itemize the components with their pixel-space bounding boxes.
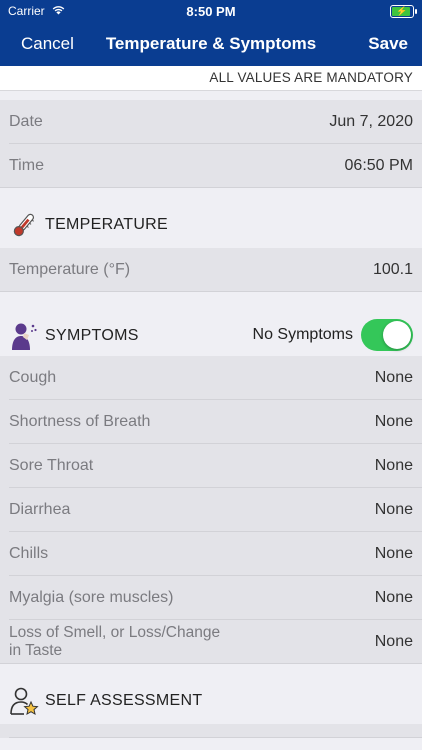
- symptoms-header: SYMPTOMS: [45, 327, 139, 344]
- temperature-label: Temperature (°F): [9, 261, 131, 278]
- symptom-label-line2: in Taste: [9, 642, 63, 659]
- symptom-row-loss-of-smell[interactable]: Loss of Smell, or Loss/Change in Taste N…: [0, 620, 422, 664]
- symptom-value: None: [374, 589, 413, 606]
- symptom-label: Cough: [9, 369, 57, 386]
- symptom-label: Diarrhea: [9, 501, 71, 518]
- status-bar: Carrier 8:50 PM ⚡: [0, 0, 422, 22]
- symptom-row-myalgia[interactable]: Myalgia (sore muscles) None: [0, 576, 422, 620]
- nav-bar: Cancel Temperature & Symptoms Save: [0, 22, 422, 66]
- sick-person-icon: [9, 321, 39, 351]
- date-row[interactable]: Date Jun 7, 2020: [0, 100, 422, 144]
- mandatory-note: ALL VALUES ARE MANDATORY: [0, 66, 422, 91]
- symptom-row-shortness-of-breath[interactable]: Shortness of Breath None: [0, 400, 422, 444]
- symptom-value: None: [374, 369, 413, 386]
- save-button[interactable]: Save: [368, 34, 408, 54]
- person-star-icon: [9, 686, 39, 716]
- symptom-label: Myalgia (sore muscles): [9, 589, 174, 606]
- self-assessment-row[interactable]: [0, 724, 422, 738]
- symptom-value: None: [374, 457, 413, 474]
- symptom-row-cough[interactable]: Cough None: [0, 356, 422, 400]
- temperature-section-header: TEMPERATURE: [0, 188, 422, 248]
- toggle-knob: [383, 321, 411, 349]
- time-value: 06:50 PM: [344, 157, 413, 174]
- temperature-header: TEMPERATURE: [45, 216, 169, 233]
- symptom-label: Shortness of Breath: [9, 413, 151, 430]
- thermometer-icon: [9, 210, 39, 240]
- symptom-label: Loss of Smell, or Loss/Change in Taste: [9, 624, 220, 660]
- no-symptoms-label: No Symptoms: [252, 326, 353, 343]
- top-bar: Carrier 8:50 PM ⚡ Cancel Temperature & S…: [0, 0, 422, 66]
- date-value: Jun 7, 2020: [329, 113, 413, 130]
- symptom-value: None: [374, 501, 413, 518]
- self-assessment-header: SELF ASSESSMENT: [45, 692, 203, 709]
- time-label: Time: [9, 157, 44, 174]
- wifi-icon: [51, 4, 66, 18]
- symptom-row-diarrhea[interactable]: Diarrhea None: [0, 488, 422, 532]
- symptom-value: None: [374, 633, 413, 650]
- self-assessment-section-header: SELF ASSESSMENT: [0, 664, 422, 724]
- temperature-value: 100.1: [372, 261, 413, 278]
- cancel-button[interactable]: Cancel: [21, 34, 74, 54]
- symptom-label: Sore Throat: [9, 457, 94, 474]
- symptom-row-chills[interactable]: Chills None: [0, 532, 422, 576]
- symptom-label-line1: Loss of Smell, or Loss/Change: [9, 624, 221, 641]
- carrier-label: Carrier: [8, 4, 45, 18]
- temperature-row[interactable]: Temperature (°F) 100.1: [0, 248, 422, 292]
- symptom-value: None: [374, 413, 413, 430]
- symptom-label: Chills: [9, 545, 49, 562]
- symptoms-section-header: SYMPTOMS No Symptoms: [0, 292, 422, 356]
- symptom-value: None: [374, 545, 413, 562]
- battery-icon: ⚡: [390, 4, 417, 18]
- time-row[interactable]: Time 06:50 PM: [0, 144, 422, 188]
- date-label: Date: [9, 113, 43, 130]
- symptom-row-sore-throat[interactable]: Sore Throat None: [0, 444, 422, 488]
- no-symptoms-toggle[interactable]: [361, 319, 413, 351]
